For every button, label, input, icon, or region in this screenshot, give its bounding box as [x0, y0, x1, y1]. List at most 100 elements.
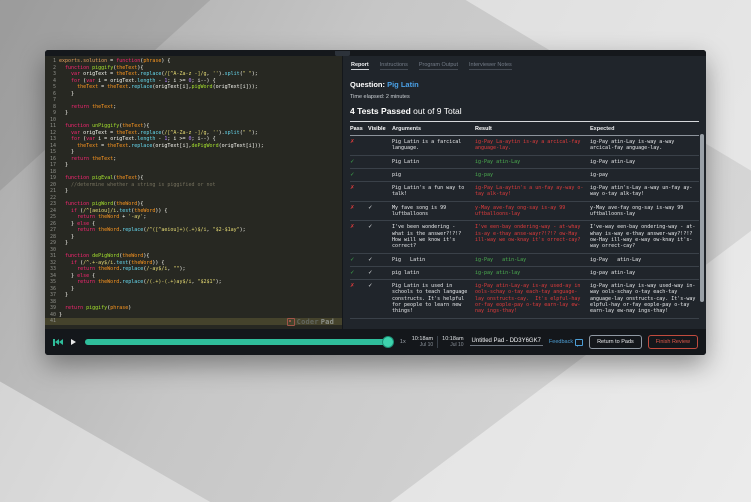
code-token: theText — [92, 156, 113, 162]
code-token: /^.+-ay$/i — [83, 260, 113, 266]
arguments-cell: Pig Latin is a farcical language. — [392, 139, 475, 152]
test-row: ✗✓I've been wondering - what is the answ… — [350, 221, 699, 253]
code-token: function — [65, 201, 89, 207]
question-title-link[interactable]: Pig Latin — [387, 80, 419, 89]
code-token: theWord — [98, 214, 119, 220]
tab-program-output[interactable]: Program Output — [419, 62, 458, 70]
code-token: "$2$1" — [198, 279, 216, 285]
code-token: test — [119, 208, 131, 214]
code-token: else — [77, 273, 89, 279]
code-token: theText — [122, 123, 143, 129]
code-token: replace — [122, 227, 143, 233]
code-editor-pane[interactable]: 1exports.solution = function(phrase) {2 … — [45, 56, 342, 329]
code-token: i = origText. — [95, 136, 137, 142]
visible-check-icon — [368, 185, 392, 198]
timestamp-divider — [437, 336, 438, 348]
coderpad-watermark: CoderPad — [287, 318, 334, 326]
playback-progress-bar[interactable] — [85, 339, 391, 345]
code-token: return — [77, 214, 95, 220]
time-elapsed-label: Time elapsed: — [350, 94, 384, 100]
code-token: piggify — [86, 305, 107, 311]
code-token: theWord — [134, 208, 155, 214]
tab-interviewer-notes[interactable]: Interviewer Notes — [469, 62, 512, 70]
tab-instructions[interactable]: Instructions — [380, 62, 408, 70]
pass-check-icon: ✓ — [350, 159, 368, 165]
tests-passed-count: 4 Tests Passed — [350, 106, 411, 116]
scrollbar[interactable] — [700, 134, 704, 302]
question-heading: Question: Pig Latin — [350, 80, 699, 89]
code-token — [59, 136, 71, 142]
code-token — [59, 78, 71, 84]
play-icon[interactable] — [71, 339, 76, 345]
end-timestamp: 10:18am Jul 10 — [442, 336, 463, 349]
arguments-cell: My fave song is 99 luftballoons — [392, 205, 475, 218]
code-token: pigEval — [92, 175, 113, 181]
code-token: phrase — [143, 58, 161, 64]
test-row: ✗Pig Latin's a fun way to talk!ig-Pay La… — [350, 182, 699, 202]
code-token: theText — [92, 104, 113, 110]
code-token: theWord — [98, 227, 119, 233]
expected-cell: ig-Pay atin-Lay is-way a-way arcical-fay… — [590, 139, 699, 152]
code-token: origText = — [80, 130, 116, 136]
visible-check-icon: ✓ — [368, 205, 392, 218]
code-token: theWord — [98, 266, 119, 272]
code-token: } — [59, 221, 77, 227]
code-token: /-ay$/i — [146, 266, 167, 272]
fail-x-icon: ✗ — [350, 185, 368, 198]
column-header-pass: Pass — [350, 126, 368, 132]
code-token: function — [65, 123, 89, 129]
code-token: ){ — [137, 175, 143, 181]
results-table-header: PassVisibleArgumentsResultExpected — [350, 122, 699, 136]
test-row: ✓✓pig latinig-pay atin-layig-pay atin-la… — [350, 267, 699, 280]
visible-check-icon: ✓ — [368, 257, 392, 263]
code-token: return — [77, 279, 95, 285]
code-token: } — [59, 162, 68, 168]
playback-timestamps: 10:18am Jul 10 10:18am Jul 10 — [412, 336, 464, 349]
code-text: theText = theText.replace(origText[i],pi… — [59, 84, 258, 91]
code-token: replace — [131, 84, 152, 90]
tests-summary: 4 Tests Passed out of 9 Total — [350, 106, 699, 122]
pass-check-icon: ✓ — [350, 270, 368, 276]
return-to-pads-button[interactable]: Return to Pads — [589, 335, 642, 349]
coderpad-logo-icon — [287, 318, 295, 326]
feedback-link[interactable]: Feedback — [549, 339, 583, 346]
code-token: ){ — [137, 65, 143, 71]
code-token: /[^A-Za-z -]/g — [164, 71, 206, 77]
column-header-result: Result — [475, 126, 590, 132]
code-text: } — [59, 91, 74, 98]
code-token: ; i--) { — [192, 78, 216, 84]
result-cell: y-May ave-fay ong-say is-ay 99 uftballoo… — [475, 205, 590, 218]
code-token: return — [65, 305, 83, 311]
code-lines: 1exports.solution = function(phrase) {2 … — [45, 58, 342, 325]
code-token — [59, 266, 77, 272]
code-token: return — [71, 104, 89, 110]
code-token: theWord — [98, 279, 119, 285]
test-row: ✓Pig Latinig-Pay atin-Layig-Pay atin-Lay — [350, 156, 699, 169]
playback-scrubber-thumb[interactable] — [383, 337, 393, 347]
code-token — [59, 84, 77, 90]
code-token — [59, 182, 71, 188]
visible-check-icon — [368, 159, 392, 165]
expected-cell: ig-Pay atin-Lay is-way used-way in-way o… — [590, 283, 699, 314]
visible-check-icon: ✓ — [368, 270, 392, 276]
result-cell: ig-pay — [475, 172, 590, 178]
pad-title-field[interactable]: Untitled Pad - DD3Y6GK7 — [470, 338, 543, 346]
code-token: function — [65, 175, 89, 181]
code-token: } — [59, 286, 74, 292]
code-token: theText — [107, 84, 128, 90]
code-token: ; i >= — [167, 136, 188, 142]
finish-review-button[interactable]: Finish Review — [648, 335, 698, 349]
tab-report[interactable]: Report — [351, 62, 369, 70]
code-token: /[^A-Za-z -]/g — [164, 130, 206, 136]
fail-x-icon: ✗ — [350, 139, 368, 152]
code-text: //determine whether a string is piggifie… — [59, 182, 216, 189]
code-token: split — [225, 130, 240, 136]
code-token: = — [98, 84, 107, 90]
code-text: return theWord.replace(/(.+)-(.+)ay$/i, … — [59, 279, 222, 286]
playback-speed[interactable]: 1x — [400, 339, 406, 345]
rewind-to-start-icon[interactable] — [53, 338, 63, 346]
code-token: + — [119, 214, 128, 220]
code-token: origText = — [80, 71, 116, 77]
arguments-cell: pig latin — [392, 270, 475, 276]
code-token: i = origText. — [95, 78, 137, 84]
